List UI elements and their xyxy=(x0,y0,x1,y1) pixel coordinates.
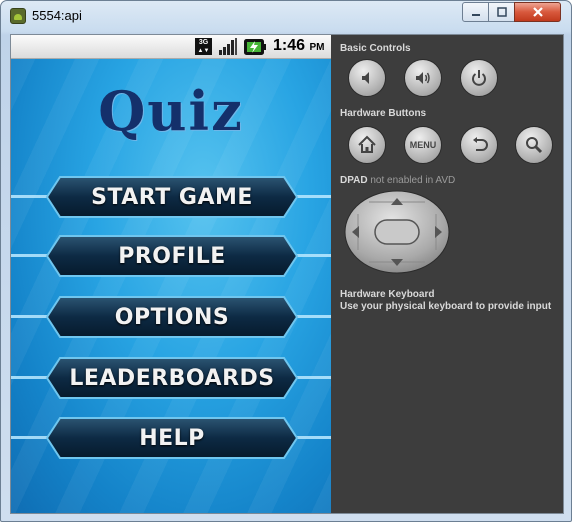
options-button[interactable]: OPTIONS xyxy=(44,294,300,340)
battery-charging-icon xyxy=(244,39,266,55)
window-title: 5554:api xyxy=(32,8,82,23)
network-3g-icon: 3G ▲▼ xyxy=(195,38,212,55)
options-label: OPTIONS xyxy=(114,304,230,330)
title-bar[interactable]: 5554:api xyxy=(1,1,571,31)
clock-time: 1:46 xyxy=(273,37,306,54)
home-button[interactable] xyxy=(348,126,386,164)
profile-label: PROFILE xyxy=(118,243,226,269)
clock-ampm: PM xyxy=(309,42,325,53)
close-button[interactable] xyxy=(514,2,561,22)
menu-row-help: HELP xyxy=(11,415,331,461)
emulator-window: 5554:api 3G ▲▼ 1:46 PM Quiz START GAME P… xyxy=(0,0,572,522)
device-area: 3G ▲▼ 1:46 PM Quiz START GAME PROFILE OP… xyxy=(10,34,564,514)
power-icon xyxy=(472,70,486,86)
leaderboards-label: LEADERBOARDS xyxy=(69,365,275,391)
maximize-button[interactable] xyxy=(488,2,515,22)
menu-icon: MENU xyxy=(409,140,437,150)
menu-row-profile: PROFILE xyxy=(11,233,331,279)
volume-up-button[interactable] xyxy=(404,59,442,97)
search-icon xyxy=(526,137,543,154)
minimize-icon xyxy=(471,14,480,16)
volume-up-icon xyxy=(416,72,430,84)
search-button[interactable] xyxy=(515,126,553,164)
menu-row-leaderboards: LEADERBOARDS xyxy=(11,355,331,401)
quiz-logo: Quiz xyxy=(98,79,244,143)
emulator-controls-panel: Basic Controls Hardware Buttons MENU DPA… xyxy=(331,35,563,513)
hardware-buttons-title: Hardware Buttons xyxy=(340,108,427,119)
hardware-keyboard-section: Hardware Keyboard Use your physical keyb… xyxy=(340,289,551,313)
menu-row-options: OPTIONS xyxy=(11,294,331,340)
network-type-label: 3G xyxy=(198,39,209,46)
dpad-note: not enabled in AVD xyxy=(370,175,456,186)
status-clock: 1:46 PM xyxy=(273,37,324,55)
volume-down-button[interactable] xyxy=(348,59,386,97)
quiz-main-menu: Quiz START GAME PROFILE OPTIONS LEADERBO… xyxy=(11,59,331,513)
menu-row-start-game: START GAME xyxy=(11,174,331,220)
back-icon xyxy=(473,137,488,151)
minimize-button[interactable] xyxy=(462,2,489,22)
home-icon xyxy=(358,135,376,153)
help-button[interactable]: HELP xyxy=(44,415,300,461)
basic-controls-title: Basic Controls xyxy=(340,43,411,54)
signal-strength-icon xyxy=(219,38,237,55)
status-bar: 3G ▲▼ 1:46 PM xyxy=(11,35,331,59)
profile-button[interactable]: PROFILE xyxy=(44,233,300,279)
android-app-icon xyxy=(10,8,26,24)
keyboard-title: Hardware Keyboard xyxy=(340,289,435,300)
leaderboards-button[interactable]: LEADERBOARDS xyxy=(44,355,300,401)
maximize-icon xyxy=(496,7,507,17)
close-icon xyxy=(532,7,543,17)
keyboard-note: Use your physical keyboard to provide in… xyxy=(340,301,552,312)
start-game-button[interactable]: START GAME xyxy=(44,174,300,220)
dpad-title: DPAD not enabled in AVD xyxy=(340,175,455,186)
menu-button[interactable]: MENU xyxy=(404,126,442,164)
dpad-center-button[interactable] xyxy=(374,219,420,245)
dpad-label: DPAD xyxy=(340,175,368,186)
dpad-control[interactable] xyxy=(344,190,450,274)
phone-screen[interactable]: 3G ▲▼ 1:46 PM Quiz START GAME PROFILE OP… xyxy=(11,35,331,513)
help-label: HELP xyxy=(139,425,205,451)
start-game-label: START GAME xyxy=(91,184,253,210)
volume-down-icon xyxy=(362,72,369,84)
back-button[interactable] xyxy=(460,126,498,164)
power-button[interactable] xyxy=(460,59,498,97)
